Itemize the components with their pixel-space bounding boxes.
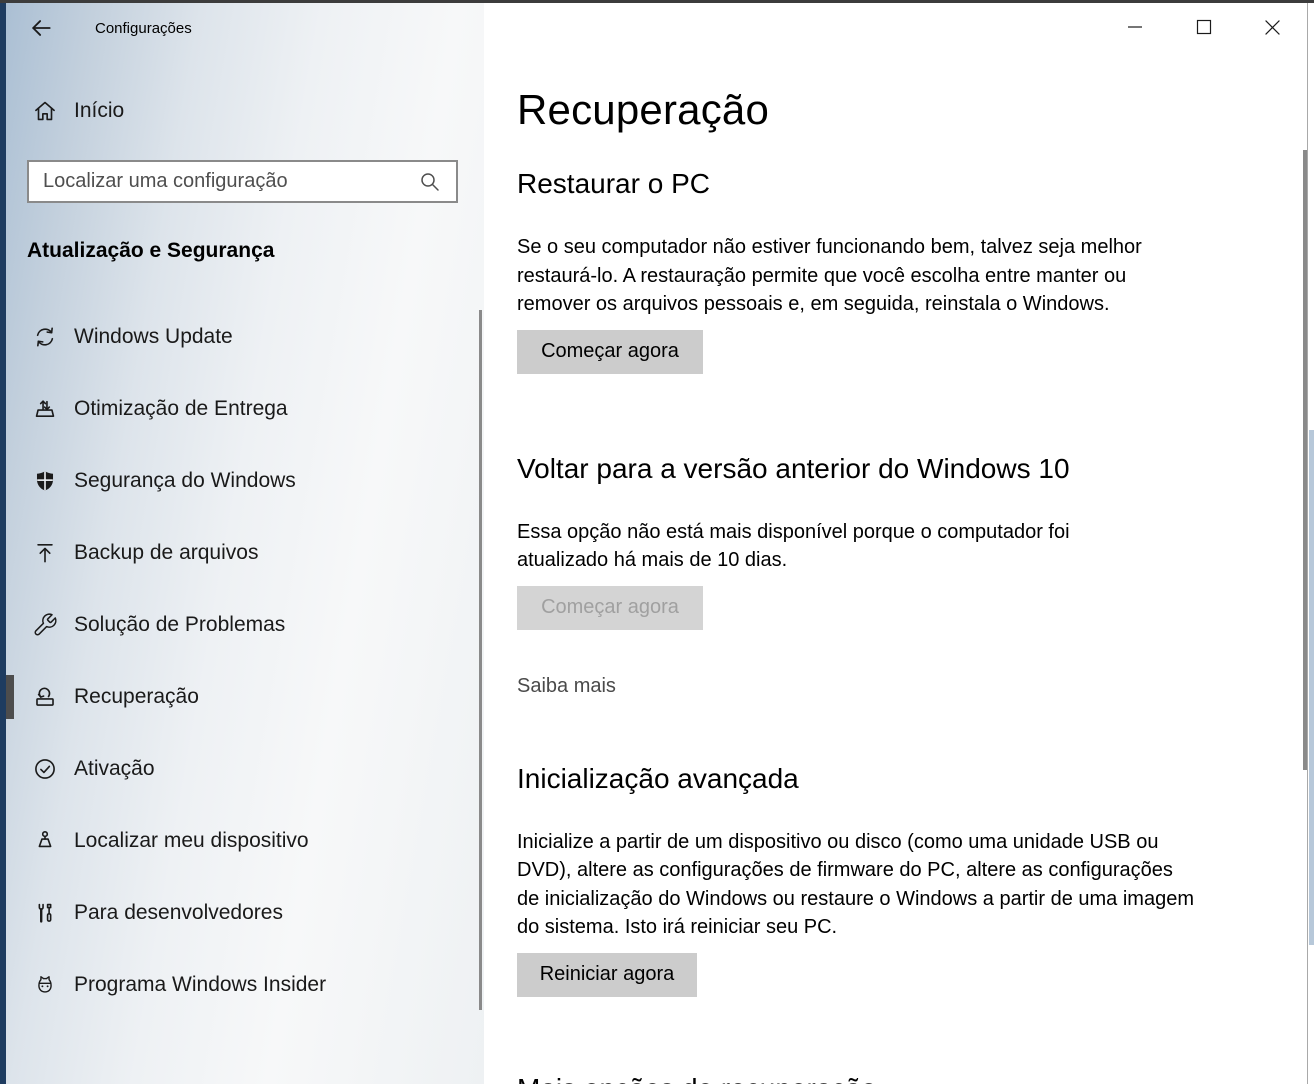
sidebar-nav: Windows Update Otimização de Entrega Seg… — [0, 301, 484, 1021]
sidebar-item-backup[interactable]: Backup de arquivos — [0, 517, 484, 589]
desktop-wallpaper-sliver — [1309, 430, 1314, 945]
sidebar-item-label: Windows Update — [74, 325, 233, 348]
section-heading: Inicialização avançada — [517, 762, 799, 794]
sidebar-item-label: Para desenvolvedores — [74, 901, 283, 924]
minimize-icon — [1127, 19, 1143, 35]
section-go-back: Voltar para a versão anterior do Windows… — [517, 452, 1307, 698]
main-panel: Recuperação Restaurar o PC Se o seu comp… — [484, 3, 1307, 1084]
sidebar-item-windows-insider[interactable]: Programa Windows Insider — [0, 949, 484, 1021]
window-controls — [1100, 3, 1307, 51]
sidebar-item-label: Ativação — [74, 757, 155, 780]
sidebar-item-label: Recuperação — [74, 685, 199, 708]
sidebar-item-windows-security[interactable]: Segurança do Windows — [0, 445, 484, 517]
windows-insider-icon — [32, 972, 58, 998]
section-heading: Voltar para a versão anterior do Windows… — [517, 452, 1070, 484]
sidebar-item-developers[interactable]: Para desenvolvedores — [0, 877, 484, 949]
sidebar-item-label: Segurança do Windows — [74, 469, 296, 492]
sidebar-item-delivery-optimization[interactable]: Otimização de Entrega — [0, 373, 484, 445]
section-reset-pc: Restaurar o PC Se o seu computador não e… — [517, 167, 1307, 374]
saiba-mais-link[interactable]: Saiba mais — [517, 674, 616, 698]
developers-icon — [32, 900, 58, 926]
sidebar-item-troubleshoot[interactable]: Solução de Problemas — [0, 589, 484, 661]
voltar-comecar-agora-button-disabled[interactable]: Começar agora — [517, 585, 703, 630]
sidebar-item-label: Otimização de Entrega — [74, 397, 288, 420]
section-body: Essa opção não está mais disponível porq… — [517, 520, 1070, 572]
desktop-edge-strip — [1307, 3, 1314, 1084]
maximize-button[interactable] — [1169, 3, 1238, 51]
app-title: Configurações — [95, 19, 192, 37]
section-heading: Restaurar o PC — [517, 168, 710, 199]
page-title: Recuperação — [517, 86, 770, 133]
recovery-content: Recuperação Restaurar o PC Se o seu comp… — [484, 3, 1307, 1084]
main-scrollbar[interactable] — [1303, 150, 1307, 770]
minimize-button[interactable] — [1100, 3, 1169, 51]
section-more-recovery-options: Mais opções de recuperação — [517, 1072, 1307, 1084]
sidebar-item-activation[interactable]: Ativação — [0, 733, 484, 805]
selected-item-marker — [5, 675, 14, 719]
sidebar-item-home[interactable]: Início — [0, 91, 484, 131]
search-box — [27, 160, 458, 203]
window-left-edge — [0, 3, 6, 1084]
reiniciar-agora-button[interactable]: Reiniciar agora — [517, 952, 697, 997]
windows-update-icon — [32, 324, 58, 350]
activation-icon — [32, 756, 58, 782]
sidebar-item-label: Início — [74, 99, 125, 122]
back-arrow-icon — [28, 15, 54, 41]
section-advanced-startup: Inicialização avançada Inicialize a part… — [517, 762, 1307, 997]
settings-window: Configurações Início Atualização e Segur… — [0, 0, 1314, 1084]
find-device-icon — [32, 828, 58, 854]
troubleshoot-icon — [32, 612, 58, 638]
sidebar-item-label: Programa Windows Insider — [74, 973, 327, 996]
sidebar-item-label: Localizar meu dispositivo — [74, 829, 309, 852]
recovery-icon — [32, 684, 58, 710]
maximize-icon — [1196, 19, 1212, 35]
home-icon — [32, 98, 58, 124]
top-window-strip — [0, 0, 1314, 3]
delivery-optimization-icon — [32, 396, 58, 422]
back-button[interactable] — [28, 15, 54, 41]
restaurar-comecar-agora-button[interactable]: Começar agora — [517, 329, 703, 374]
close-icon — [1264, 19, 1281, 36]
section-body: Inicialize a partir de um dispositivo ou… — [517, 830, 1194, 939]
section-body: Se o seu computador não estiver funciona… — [517, 236, 1142, 315]
sidebar-item-recovery[interactable]: Recuperação — [0, 661, 484, 733]
search-icon — [418, 170, 442, 194]
close-button[interactable] — [1238, 3, 1307, 51]
section-heading: Mais opções de recuperação — [517, 1072, 1307, 1084]
sidebar-group-title: Atualização e Segurança — [27, 239, 275, 262]
settings-sidebar: Configurações Início Atualização e Segur… — [0, 3, 484, 1084]
windows-security-icon — [32, 468, 58, 494]
backup-icon — [32, 540, 58, 566]
sidebar-item-windows-update[interactable]: Windows Update — [0, 301, 484, 373]
sidebar-item-label: Solução de Problemas — [74, 613, 286, 636]
titlebar-left: Configurações — [0, 3, 484, 53]
sidebar-scrollbar[interactable] — [479, 310, 482, 1010]
search-input[interactable] — [29, 162, 418, 201]
sidebar-item-find-device[interactable]: Localizar meu dispositivo — [0, 805, 484, 877]
sidebar-item-label: Backup de arquivos — [74, 541, 259, 564]
